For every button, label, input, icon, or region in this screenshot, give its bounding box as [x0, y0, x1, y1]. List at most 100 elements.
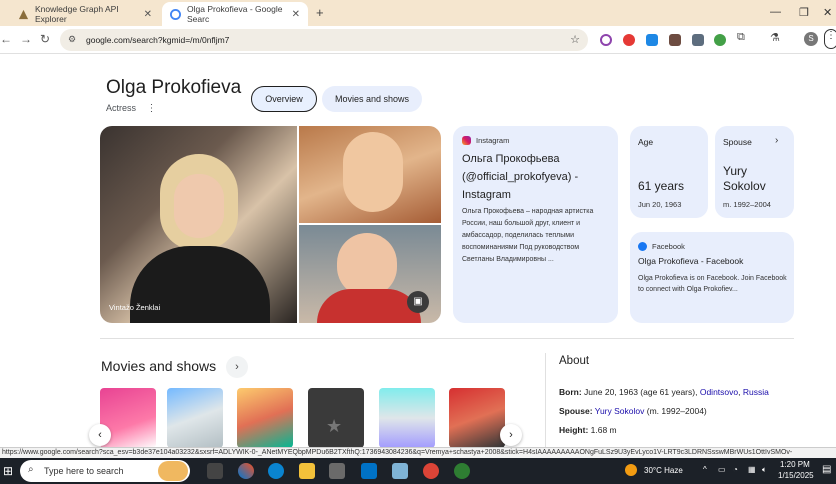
wifi-icon[interactable]: ◔	[733, 465, 738, 474]
more-options-icon[interactable]: ⋮	[147, 103, 157, 114]
entity-type: Actress	[106, 103, 137, 113]
labs-flask-icon[interactable]: ⚗	[770, 31, 780, 44]
minimize-icon[interactable]: —	[770, 6, 781, 18]
extension-icon[interactable]	[646, 34, 658, 46]
bookmark-star-icon[interactable]: ☆	[570, 33, 580, 46]
clock-time[interactable]: 1:20 PM	[780, 460, 810, 469]
main-photo[interactable]: Vintažo Ženklai	[100, 126, 297, 323]
movie-poster[interactable]	[379, 388, 435, 447]
card-source: Instagram	[476, 136, 510, 145]
entity-subtitle: Actress ⋮	[106, 103, 157, 114]
store-icon[interactable]	[329, 463, 345, 479]
extension-icon[interactable]	[692, 34, 704, 46]
image-gallery[interactable]: Vintažo Ženklai ▣	[100, 126, 441, 323]
instagram-card[interactable]: Instagram Ольга Прокофьева (@official_pr…	[453, 126, 618, 323]
status-bar-url: https://www.google.com/search?sca_esv=b3…	[0, 447, 836, 458]
chrome-profile-icon[interactable]	[454, 463, 470, 479]
image-search-icon[interactable]: ▣	[407, 291, 429, 313]
forward-icon[interactable]: →	[20, 32, 32, 46]
chevron-up-icon[interactable]: ^	[703, 465, 707, 474]
profile-avatar[interactable]: S	[804, 32, 818, 46]
facebook-card[interactable]: Facebook Olga Prokofieva - Facebook Olga…	[630, 232, 794, 323]
weather-text[interactable]: 30°C Haze	[644, 466, 683, 475]
born-value: June 20, 1963 (age 61 years),	[584, 387, 698, 397]
taskbar-search[interactable]: ⌕ Type here to search	[20, 460, 190, 482]
close-icon[interactable]: ✕	[144, 9, 152, 20]
notification-icon[interactable]: ▤	[822, 464, 831, 475]
google-favicon-icon	[170, 8, 181, 20]
adblock-extension-icon[interactable]	[623, 34, 635, 46]
carousel-next-icon[interactable]: ›	[500, 424, 522, 446]
search-highlight-icon	[158, 461, 188, 481]
tab-title: Knowledge Graph API Explorer	[35, 4, 119, 24]
new-tab-icon[interactable]: +	[316, 5, 324, 20]
task-view-icon[interactable]	[207, 463, 223, 479]
file-explorer-icon[interactable]	[299, 463, 315, 479]
movie-poster[interactable]	[449, 388, 505, 447]
back-icon[interactable]: ←	[0, 32, 12, 46]
about-height: Height: 1.68 m	[559, 425, 617, 435]
portrait-clothing	[317, 289, 421, 323]
tab-movies-and-shows[interactable]: Movies and shows	[322, 86, 422, 112]
spouse-card[interactable]: Spouse › Yury Sokolov m. 1992–2004	[715, 126, 794, 218]
photo-credit: Vintažo Ženklai	[109, 303, 161, 312]
url-text: google.com/search?kgmid=/m/0nfljm7	[86, 35, 230, 45]
extensions-puzzle-icon[interactable]: ⧉	[737, 31, 745, 44]
card-title[interactable]: Olga Prokofieva - Facebook	[638, 256, 743, 266]
maximize-icon[interactable]: ❐	[799, 6, 809, 19]
card-source: Facebook	[652, 242, 685, 251]
copilot-icon[interactable]	[238, 463, 254, 479]
photo-3[interactable]: ▣	[299, 225, 441, 323]
clock-date[interactable]: 1/15/2025	[778, 471, 814, 480]
about-born: Born: June 20, 1963 (age 61 years), Odin…	[559, 387, 769, 397]
card-sub: Jun 20, 1963	[638, 200, 682, 209]
block-extension-icon[interactable]	[600, 34, 612, 46]
portrait-face	[343, 132, 403, 212]
movie-poster[interactable]	[167, 388, 223, 447]
chrome-icon[interactable]	[423, 463, 439, 479]
search-results-page: Olga Prokofieva Actress ⋮ Overview Movie…	[0, 55, 836, 447]
chevron-right-icon[interactable]: ›	[775, 135, 778, 146]
star-placeholder-icon: ★	[326, 416, 343, 436]
carousel-prev-icon[interactable]: ‹	[89, 424, 111, 446]
tab-overview[interactable]: Overview	[251, 86, 317, 112]
tray-app-icon[interactable]: ▭	[718, 465, 726, 474]
born-place-link[interactable]: Odintsovo	[700, 387, 738, 397]
mail-icon[interactable]	[361, 463, 377, 479]
app-icon[interactable]	[392, 463, 408, 479]
search-icon: ⌕	[28, 464, 34, 475]
address-bar[interactable]: ⚙ google.com/search?kgmid=/m/0nfljm7 ☆	[60, 29, 588, 51]
card-label: Spouse	[723, 137, 752, 147]
born-label: Born:	[559, 387, 582, 397]
search-placeholder: Type here to search	[44, 466, 124, 476]
height-label: Height:	[559, 425, 589, 435]
age-card[interactable]: Age 61 years Jun 20, 1963	[630, 126, 708, 218]
photo-2[interactable]	[299, 126, 441, 223]
close-window-icon[interactable]: ✕	[823, 6, 832, 19]
reload-icon[interactable]: ↻	[40, 32, 50, 46]
movie-poster-placeholder[interactable]: ★	[308, 388, 364, 447]
extension-icon[interactable]	[714, 34, 726, 46]
windows-start-icon[interactable]: ⊞	[3, 464, 13, 478]
born-country-link[interactable]: Russia	[743, 387, 769, 397]
card-title[interactable]: Ольга Прокофьева (@official_prokofyeva) …	[462, 150, 612, 204]
divider	[545, 353, 546, 447]
volume-icon[interactable]: 🔈︎	[762, 465, 767, 475]
site-info-icon[interactable]: ⚙	[68, 34, 76, 45]
spouse-link[interactable]: Yury Sokolov	[595, 406, 645, 416]
portrait-face	[337, 233, 397, 297]
spouse-years: (m. 1992–2004)	[646, 406, 707, 416]
close-icon[interactable]: ✕	[292, 9, 300, 20]
tab-knowledge-graph[interactable]: Knowledge Graph API Explorer ✕	[10, 2, 160, 26]
card-snippet: Ольга Прокофьева – народная артистка Рос…	[462, 208, 594, 263]
tab-google-search[interactable]: Olga Prokofieva - Google Searc ✕	[162, 2, 308, 26]
movies-more-chevron-icon[interactable]: ›	[226, 356, 248, 378]
network-icon[interactable]: ▦	[748, 465, 756, 474]
weather-icon[interactable]	[625, 464, 637, 476]
tab-favicon-icon	[18, 9, 29, 19]
browser-toolbar: ← → ↻ ⚙ google.com/search?kgmid=/m/0nflj…	[0, 26, 836, 54]
edge-icon[interactable]	[268, 463, 284, 479]
movie-poster[interactable]	[237, 388, 293, 447]
extension-icon[interactable]	[669, 34, 681, 46]
menu-icon[interactable]: ⋮	[824, 29, 836, 49]
